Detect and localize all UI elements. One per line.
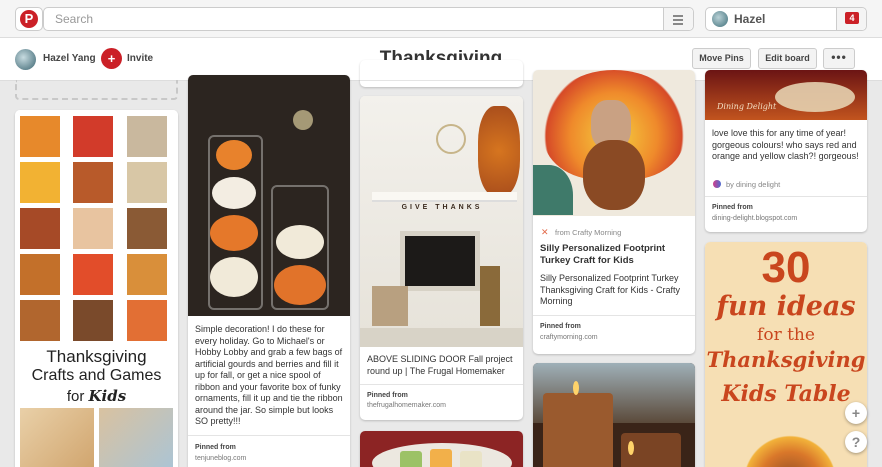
pin-source-link[interactable]: dining-delight.blogspot.com xyxy=(712,215,797,222)
pin-description: love love this for any time of year! gor… xyxy=(712,128,859,161)
pin-title[interactable]: Silly Personalized Footprint Turkey Craf… xyxy=(540,243,688,267)
logo-letter: P xyxy=(20,10,38,28)
collage-for: for xyxy=(66,388,85,405)
pin-description: Silly Personalized Footprint Turkey Than… xyxy=(540,273,681,306)
pinner-by-label[interactable]: by dining delight xyxy=(726,180,780,189)
collage-image xyxy=(15,110,178,341)
pin-pumpkin-jars[interactable]: Simple decoration! I do these for every … xyxy=(188,75,350,467)
pinned-from-label: Pinned from xyxy=(195,444,236,451)
pinterest-logo-icon[interactable]: P xyxy=(15,7,43,31)
pin-source-link[interactable]: craftymorning.com xyxy=(540,334,598,341)
invite-user-icon[interactable]: + xyxy=(101,48,122,69)
pin-snack-tray[interactable] xyxy=(360,431,523,467)
user-name: Hazel xyxy=(734,12,766,26)
pin-source-link[interactable]: thefrugalhomemaker.com xyxy=(367,402,446,409)
collage-title-line1: Thanksgiving xyxy=(46,347,147,366)
collage-title-line2: Crafts and Games xyxy=(31,367,162,384)
owner-avatar[interactable] xyxy=(15,49,36,70)
notification-count-badge: 4 xyxy=(845,12,859,24)
collage-kids: Kids xyxy=(88,387,127,405)
add-pin-placeholder[interactable] xyxy=(15,80,178,100)
pinned-from-label: Pinned from xyxy=(712,204,753,211)
pin-dining-table[interactable]: Dining Delight love love this for any ti… xyxy=(705,70,867,232)
user-avatar xyxy=(712,11,728,27)
add-pin-button[interactable]: + xyxy=(845,402,867,424)
collage-title-line3: for Kids xyxy=(15,387,178,405)
footprint-turkey-image xyxy=(533,70,695,216)
pin-source-link[interactable]: tenjuneblog.com xyxy=(195,455,246,462)
user-button[interactable]: Hazel 4 xyxy=(705,7,867,31)
pinned-from-label: Pinned from xyxy=(367,392,408,399)
pin-description: Simple decoration! I do these for every … xyxy=(195,324,343,426)
top-bar: P Search Hazel 4 xyxy=(0,0,882,38)
ideas-line3: for the xyxy=(757,325,815,345)
ideas-line4: Thanksgiving xyxy=(706,347,866,372)
collage-photo-right xyxy=(99,408,173,467)
notifications-button[interactable]: 4 xyxy=(836,8,866,30)
dining-table-image: Dining Delight xyxy=(705,70,867,120)
ideas-line5: Kids Table xyxy=(721,381,851,407)
mantel-image: GIVE THANKS xyxy=(360,96,523,347)
pin-description: ABOVE SLIDING DOOR Fall project round up… xyxy=(367,354,513,376)
search-placeholder: Search xyxy=(55,12,94,26)
edit-board-button[interactable]: Edit board xyxy=(758,48,817,69)
mantel-banner-text: GIVE THANKS xyxy=(401,204,483,211)
kids-table-ideas-image: 30 fun ideas for the Thanksgiving Kids T… xyxy=(705,242,867,467)
pumpkin-jars-image xyxy=(188,75,350,316)
pin-from-label[interactable]: from Crafty Morning xyxy=(555,228,621,237)
invite-button[interactable]: Invite xyxy=(127,53,153,64)
pinner-avatar-icon xyxy=(713,180,721,188)
collage-photo-left xyxy=(20,408,94,467)
pin-cinnamon-candles[interactable] xyxy=(533,363,695,467)
move-pins-button[interactable]: Move Pins xyxy=(692,48,751,69)
ideas-number: 30 xyxy=(761,243,811,292)
snack-tray-image xyxy=(360,431,523,467)
pin-source-favicon-icon: ✕ xyxy=(541,227,549,237)
category-menu-icon[interactable] xyxy=(663,8,693,30)
pin-crafts-collage[interactable]: Thanksgiving Crafts and Games for Kids xyxy=(15,110,178,467)
pin-kids-table-ideas[interactable]: 30 fun ideas for the Thanksgiving Kids T… xyxy=(705,242,867,467)
pin-footprint-turkey[interactable]: ✕ from Crafty Morning Silly Personalized… xyxy=(533,70,695,354)
search-input[interactable]: Search xyxy=(43,7,694,31)
pinned-from-label: Pinned from xyxy=(540,323,581,330)
cinnamon-candles-image xyxy=(533,363,695,467)
ideas-line2: fun ideas xyxy=(716,291,856,322)
owner-name[interactable]: Hazel Yang xyxy=(43,53,96,64)
pin-mantel[interactable]: GIVE THANKS ABOVE SLIDING DOOR Fall proj… xyxy=(360,96,523,420)
help-button[interactable]: ? xyxy=(845,431,867,453)
dining-watermark: Dining Delight xyxy=(717,102,777,111)
more-options-button[interactable]: ••• xyxy=(823,48,855,69)
pin-partial-top[interactable] xyxy=(360,60,523,87)
